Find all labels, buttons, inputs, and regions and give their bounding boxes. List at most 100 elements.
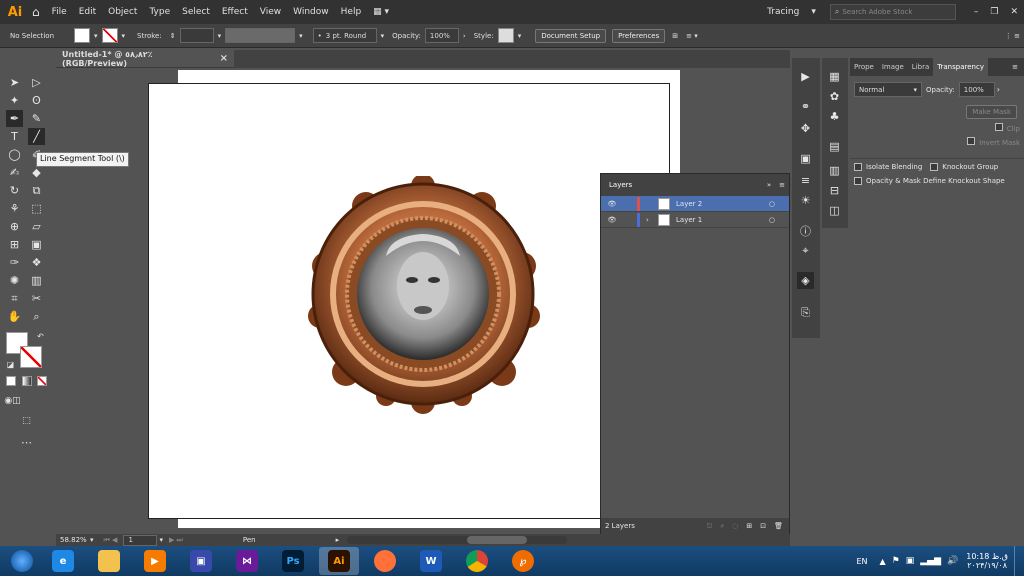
- stroke-panel-icon[interactable]: ≡: [797, 172, 814, 189]
- color-mode-solid[interactable]: [6, 376, 16, 386]
- menu-help[interactable]: Help: [335, 7, 368, 17]
- brush-chevron-icon[interactable]: ▾: [381, 32, 385, 40]
- stroke-weight-input[interactable]: [179, 28, 214, 43]
- expand-chevron-icon[interactable]: ›: [646, 216, 658, 224]
- stroke-label[interactable]: Stroke:: [137, 32, 162, 40]
- menu-edit[interactable]: Edit: [73, 7, 102, 17]
- tab-transparency[interactable]: Transparency: [933, 58, 988, 76]
- panel-options-icon[interactable]: ⋮ ≡: [1005, 32, 1020, 40]
- layers-panel-icon[interactable]: ◈: [797, 272, 814, 289]
- taskbar-app-pdf[interactable]: ℘: [503, 547, 543, 575]
- transparency-opacity-input[interactable]: 100%: [958, 82, 995, 97]
- ellipse-tool-icon[interactable]: ◯: [6, 146, 23, 163]
- column-graph-tool-icon[interactable]: ▥: [28, 272, 45, 289]
- symbol-sprayer-tool-icon[interactable]: ✺: [6, 272, 23, 289]
- menu-view[interactable]: View: [254, 7, 287, 17]
- profile-chevron-icon[interactable]: ▾: [299, 32, 303, 40]
- artwork-frame[interactable]: [306, 174, 540, 414]
- draw-mode-icon[interactable]: ◉◫: [4, 392, 21, 409]
- fill-swatch[interactable]: [74, 28, 91, 43]
- taskbar-photoshop[interactable]: Ps: [273, 547, 313, 575]
- hand-tool-icon[interactable]: ✋: [6, 308, 23, 325]
- opacity-chevron-icon[interactable]: ›: [463, 32, 466, 40]
- blend-tool-icon[interactable]: ❖: [28, 254, 45, 271]
- links-icon[interactable]: ⚭: [797, 98, 814, 115]
- preferences-button[interactable]: Preferences: [612, 28, 666, 43]
- zoom-tool-icon[interactable]: ⌕: [28, 308, 45, 325]
- search-stock-field[interactable]: ⌕ Search Adobe Stock: [829, 4, 956, 20]
- volume-icon[interactable]: 🔊: [947, 556, 958, 566]
- default-colors-icon[interactable]: ◪: [2, 356, 19, 373]
- taskbar-app-4[interactable]: ▣: [181, 547, 221, 575]
- symbols-panel-icon[interactable]: ♣: [826, 108, 843, 125]
- workspace-switcher[interactable]: Tracing: [761, 7, 805, 17]
- layers-menu-icon[interactable]: ≡: [779, 181, 785, 189]
- layer-row-2[interactable]: 👁 Layer 2 ○: [601, 196, 789, 212]
- export-assets-icon[interactable]: ⎘: [797, 304, 814, 321]
- edit-toolbar-icon[interactable]: ⋯: [18, 434, 35, 451]
- close-document-icon[interactable]: ×: [220, 53, 228, 64]
- layer-name[interactable]: Layer 1: [676, 216, 702, 224]
- pathfinder-icon[interactable]: ◫: [826, 202, 843, 219]
- target-icon[interactable]: ○: [769, 200, 775, 208]
- taskbar-chrome[interactable]: [457, 547, 497, 575]
- document-setup-button[interactable]: Document Setup: [535, 28, 607, 43]
- menu-window[interactable]: Window: [287, 7, 335, 17]
- taskbar-illustrator[interactable]: Ai: [319, 547, 359, 575]
- tab-properties[interactable]: Prope: [850, 63, 878, 71]
- line-segment-tool-icon[interactable]: ╱: [28, 128, 45, 145]
- tray-expand-icon[interactable]: ▲: [880, 557, 886, 566]
- zoom-level[interactable]: 58.82%: [60, 536, 90, 544]
- tray-app-icon[interactable]: ▣: [906, 556, 915, 566]
- eyedropper-tool-icon[interactable]: ✑: [6, 254, 23, 271]
- horizontal-scrollbar[interactable]: [347, 536, 568, 544]
- more-options-icon[interactable]: ≡ ▾: [686, 32, 698, 40]
- visibility-eye-icon[interactable]: 👁: [601, 200, 623, 208]
- arrange-documents-icon[interactable]: ▦ ▾: [367, 7, 395, 17]
- stroke-swatch[interactable]: [101, 28, 118, 43]
- selection-tool-icon[interactable]: ➤: [6, 74, 23, 91]
- opacity-input[interactable]: 100%: [424, 28, 459, 43]
- graphic-styles-icon[interactable]: ▤: [826, 138, 843, 155]
- stroke-stepper-icon[interactable]: ⇕: [170, 32, 176, 40]
- actions-play-icon[interactable]: ▶: [797, 68, 814, 85]
- knockout-group-checkbox[interactable]: [930, 163, 939, 171]
- puppet-warp-icon[interactable]: ✥: [797, 120, 814, 137]
- workspace-chevron-icon[interactable]: ▾: [805, 7, 822, 17]
- start-button[interactable]: [4, 547, 40, 575]
- artboard-tool-icon[interactable]: ⌗: [6, 290, 23, 307]
- minimize-icon[interactable]: –: [968, 7, 985, 17]
- menu-select[interactable]: Select: [176, 7, 216, 17]
- taskbar-firefox[interactable]: [365, 547, 405, 575]
- screen-mode-icon[interactable]: ⬚: [18, 412, 35, 429]
- taskbar-explorer[interactable]: [89, 547, 129, 575]
- align-icon[interactable]: ⊞: [672, 32, 678, 40]
- target-icon[interactable]: ○: [769, 216, 775, 224]
- layer-row-1[interactable]: 👁 › Layer 1 ○: [601, 212, 789, 228]
- gradient-tool-icon[interactable]: ▣: [28, 236, 45, 253]
- swatches-panel-icon[interactable]: ▦: [826, 68, 843, 85]
- tray-clock[interactable]: 10:18 ق.ظ ۲۰۲۴/۱۹/۰۸: [966, 552, 1008, 570]
- stroke-weight-chevron-icon[interactable]: ▾: [218, 32, 222, 40]
- style-swatch[interactable]: [497, 28, 514, 43]
- free-transform-tool-icon[interactable]: ⬚: [28, 200, 45, 217]
- first-artboard-icon[interactable]: ⏮ ◀: [104, 536, 118, 545]
- opacity-mask-knockout-checkbox[interactable]: [854, 177, 862, 185]
- next-artboard-icon[interactable]: ▶ ⏭: [169, 536, 183, 545]
- opacity-label[interactable]: Opacity:: [392, 32, 421, 40]
- rotate-tool-icon[interactable]: ↻: [6, 182, 23, 199]
- perspective-grid-tool-icon[interactable]: ▱: [28, 218, 45, 235]
- collect-export-icon[interactable]: ⎋: [707, 522, 713, 531]
- brush-definition[interactable]: • 3 pt. Round: [312, 28, 377, 43]
- artboard-number-input[interactable]: 1: [123, 534, 158, 546]
- delete-layer-icon[interactable]: 🗑: [774, 522, 783, 530]
- close-icon[interactable]: ✕: [1004, 7, 1024, 17]
- magic-wand-tool-icon[interactable]: ✦: [6, 92, 23, 109]
- mesh-tool-icon[interactable]: ⊞: [6, 236, 23, 253]
- scale-tool-icon[interactable]: ⧉: [28, 182, 45, 199]
- locate-object-icon[interactable]: ⌕: [720, 522, 724, 531]
- fill-chevron-icon[interactable]: ▾: [94, 32, 98, 40]
- input-language[interactable]: EN: [856, 557, 867, 566]
- home-icon[interactable]: ⌂: [26, 5, 46, 19]
- color-mode-none[interactable]: [37, 376, 47, 386]
